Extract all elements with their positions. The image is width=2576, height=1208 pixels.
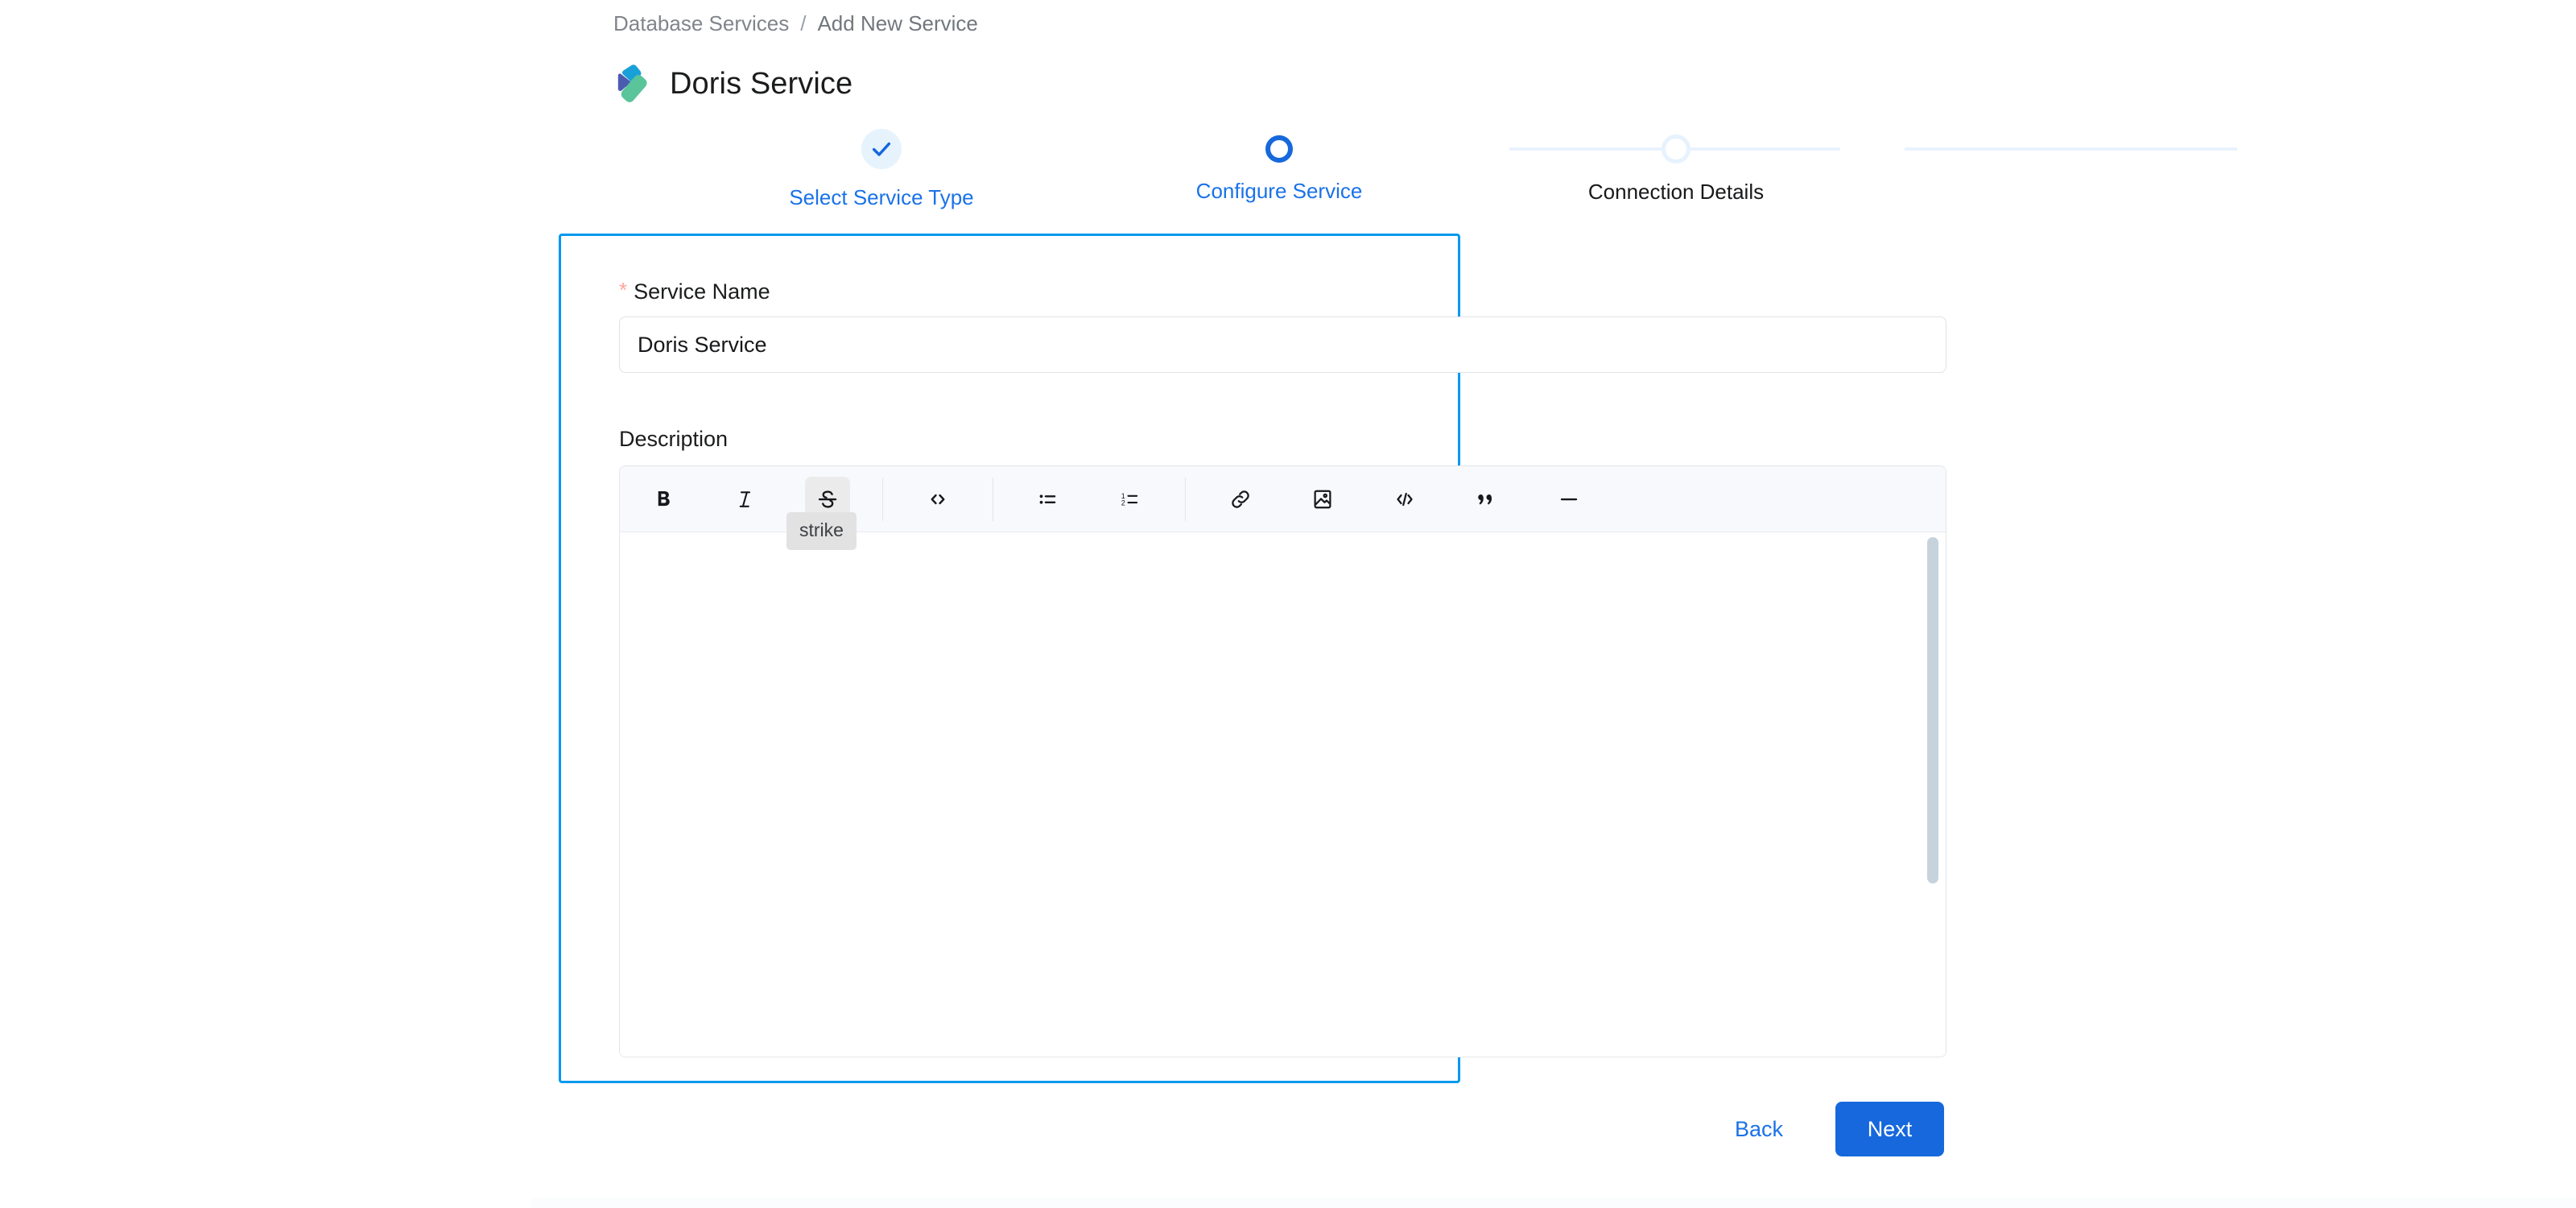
ordered-list-button[interactable]: 1 2 [1108,477,1153,522]
circle-outline-icon [1662,134,1690,163]
description-editor-content[interactable] [620,532,1946,1057]
horizontal-rule-button[interactable] [1546,477,1591,522]
stepper-step-select-service-type[interactable]: Select Service Type [777,129,986,211]
doris-logo-icon [613,63,650,105]
stepper-step-connection-details[interactable]: Connection Details [1571,129,1781,205]
bold-button[interactable] [641,477,686,522]
description-rich-text-editor: 1 2 strike [619,465,1946,1057]
circle-icon [1265,135,1293,163]
toolbar-divider [882,477,883,521]
bullet-list-button[interactable] [1026,477,1071,522]
back-button[interactable]: Back [1735,1115,1783,1143]
strike-tooltip: strike [786,512,857,550]
inline-code-button[interactable] [915,477,960,522]
toolbar-divider [1185,477,1186,521]
breadcrumb-item-add-new-service[interactable]: Add New Service [817,10,977,37]
breadcrumb-item-database-services[interactable]: Database Services [613,10,789,37]
description-label: Description [619,427,729,451]
stepper: Select Service Type Configure Service Co… [613,129,2237,217]
stepper-track-2 [1905,147,2237,151]
service-name-label-text: Service Name [634,279,770,304]
service-name-label: * Service Name [619,276,770,305]
stepper-step-configure-service[interactable]: Configure Service [1174,129,1384,205]
blockquote-button[interactable] [1464,477,1509,522]
required-asterisk: * [619,278,628,302]
breadcrumb: Database Services / Add New Service [613,10,978,37]
configure-service-form: *Service Name Description [559,234,1946,1083]
editor-scrollbar-thumb[interactable] [1927,537,1938,883]
add-new-service-page: Database Services / Add New Service Dori… [0,0,2576,1208]
italic-button[interactable] [723,477,768,522]
editor-toolbar: 1 2 strike [620,466,1946,550]
stepper-label-2: Configure Service [1195,179,1363,203]
breadcrumb-separator: / [800,11,807,35]
stepper-label-3: Connection Details [1587,180,1765,204]
stepper-label-1: Select Service Type [789,185,974,209]
svg-text:2: 2 [1121,499,1125,507]
link-button[interactable] [1218,477,1263,522]
next-button[interactable]: Next [1835,1102,1944,1156]
page-header: Doris Service [613,63,852,105]
service-name-input[interactable] [619,316,1946,373]
code-block-button[interactable] [1382,477,1427,522]
bottom-band [531,1198,2576,1208]
page-title: Doris Service [670,67,853,101]
check-icon [861,129,902,169]
image-button[interactable] [1300,477,1345,522]
